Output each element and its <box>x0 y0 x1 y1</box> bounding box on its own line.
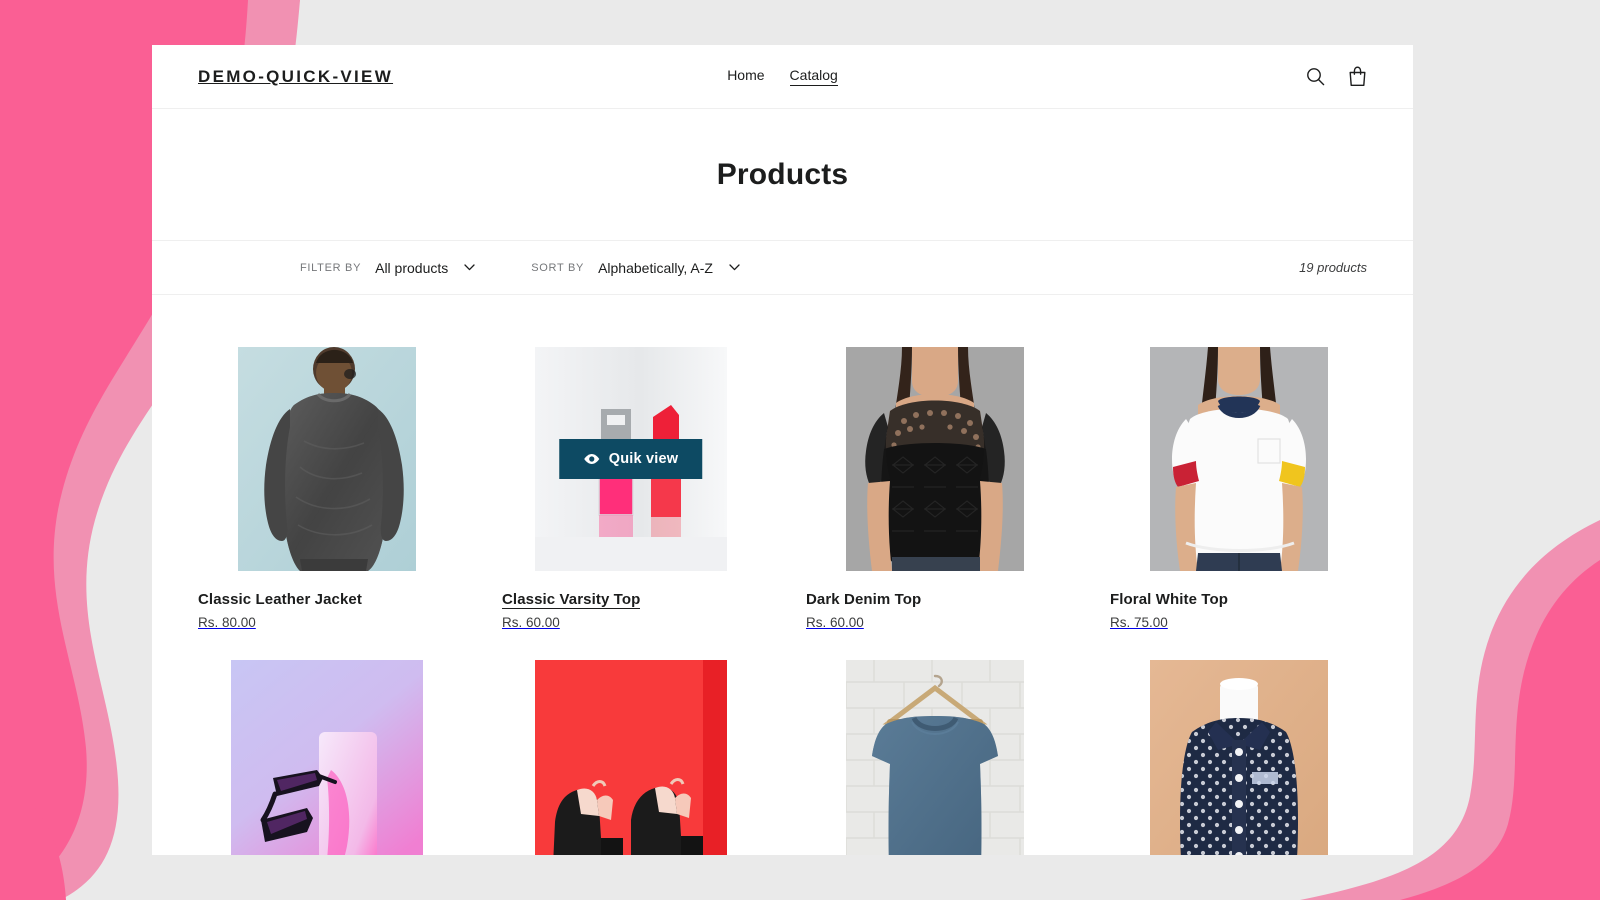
filter-select-value: All products <box>375 259 449 276</box>
header-actions <box>1306 66 1367 87</box>
eye-icon <box>583 454 599 464</box>
quick-view-label: Quik view <box>608 451 679 467</box>
product-card[interactable]: Classic Leather Jacket Rs. 80.00 <box>198 347 455 630</box>
product-media <box>1110 347 1367 571</box>
filter-by-label: Filter by <box>300 261 362 274</box>
page-title-block: Products <box>152 109 1413 241</box>
nav-link-catalog[interactable]: Catalog <box>789 67 838 86</box>
filter-select[interactable]: All products <box>375 260 475 276</box>
product-media <box>1110 660 1367 855</box>
product-media <box>806 660 1063 855</box>
product-image-woman-in-white-ringer-tee <box>1149 347 1328 571</box>
collection-toolbar: Filter by All products Sort by Alphabeti… <box>152 241 1413 295</box>
product-image-navy-polka-dot-shirt-on-tan <box>1149 660 1328 855</box>
sort-select[interactable]: Alphabetically, A-Z <box>598 260 740 276</box>
page-panel: DEMO-QUICK-VIEW Home Catalog Products FI… <box>152 45 1413 855</box>
product-count: 19 products <box>1299 260 1367 275</box>
chevron-down-icon <box>729 264 740 271</box>
product-image-woman-in-black-lace-top <box>845 347 1024 571</box>
product-title: Dark Denim Top <box>806 591 922 608</box>
site-logo[interactable]: DEMO-QUICK-VIEW <box>198 67 393 87</box>
product-media <box>806 347 1063 571</box>
product-card[interactable] <box>198 660 455 855</box>
product-card[interactable]: Dark Denim Top Rs. 60.00 <box>806 347 1063 630</box>
product-title: Classic Leather Jacket <box>198 591 362 608</box>
product-image-man-in-grey-sweatshirt-back-view <box>237 347 416 571</box>
product-media: Quik view <box>502 347 759 571</box>
product-media <box>502 660 759 855</box>
product-price: Rs. 60.00 <box>502 615 560 630</box>
nav-link-home[interactable]: Home <box>727 67 764 86</box>
product-image-nail-polish-and-lipstick-on-grey: Quik view <box>534 347 727 571</box>
site-header: DEMO-QUICK-VIEW Home Catalog <box>152 45 1413 109</box>
product-title: Floral White Top <box>1110 591 1228 608</box>
product-price: Rs. 80.00 <box>198 615 256 630</box>
chevron-down-icon <box>464 264 475 271</box>
search-icon[interactable] <box>1306 67 1325 86</box>
product-title: Classic Varsity Top <box>502 591 641 609</box>
product-card[interactable] <box>806 660 1063 855</box>
sort-group: Sort by Alphabetically, A-Z <box>531 260 740 276</box>
product-price: Rs. 60.00 <box>806 615 864 630</box>
cart-icon[interactable] <box>1348 66 1367 87</box>
product-grid: Classic Leather Jacket Rs. 80.00 Quik vi… <box>152 295 1413 855</box>
product-card[interactable] <box>1110 660 1367 855</box>
sort-by-label: Sort by <box>531 261 585 274</box>
product-price: Rs. 75.00 <box>1110 615 1168 630</box>
product-card[interactable]: Floral White Top Rs. 75.00 <box>1110 347 1367 630</box>
product-image-black-ankle-boots-on-red <box>534 660 727 855</box>
product-media <box>198 660 455 855</box>
sort-select-value: Alphabetically, A-Z <box>598 259 713 276</box>
product-card[interactable] <box>502 660 759 855</box>
filter-group: Filter by All products <box>300 260 475 276</box>
page-title: Products <box>716 157 849 191</box>
product-card[interactable]: Quik view Classic Varsity Top Rs. 60.00 <box>502 347 759 630</box>
product-image-blue-tshirt-on-hanger-brick-wall <box>845 660 1024 855</box>
product-image-sunglasses-on-purple-gradient <box>230 660 423 855</box>
product-media <box>198 347 455 571</box>
quick-view-button[interactable]: Quik view <box>558 439 703 479</box>
